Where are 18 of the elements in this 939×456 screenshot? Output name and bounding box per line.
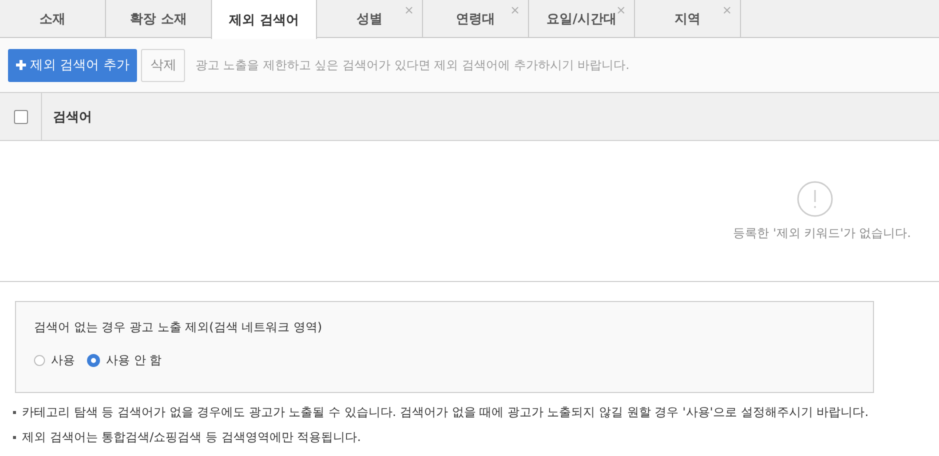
radio-button[interactable] xyxy=(87,354,100,367)
radio-button[interactable] xyxy=(34,355,45,366)
alert-icon xyxy=(797,180,833,216)
hint-text: 광고 노출을 제한하고 싶은 검색어가 있다면 제외 검색어에 추가하시기 바랍니다. xyxy=(195,56,630,74)
empty-message: 등록한 '제외 키워드'가 없습니다. xyxy=(733,224,911,242)
note-text: 카테고리 탐색 등 검색어가 없을 경우에도 광고가 노출될 수 있습니다. 검색어가 없을 때에 광고가 노출되지 않길 원할 경우 '사용'으로 설정해주시기 바랍니다. xyxy=(22,404,869,421)
select-all-checkbox[interactable] xyxy=(14,110,28,124)
setting-title: 검색어 없는 경우 광고 노출 제외(검색 네트워크 영역) xyxy=(34,319,324,336)
radio-label[interactable]: 사용 xyxy=(51,352,75,369)
radio-label[interactable]: 사용 안 함 xyxy=(106,352,162,369)
add-button[interactable]: 제외 검색어 추가 xyxy=(8,48,138,82)
bullet-icon xyxy=(13,436,16,439)
bullet-icon xyxy=(13,411,16,414)
delete-button[interactable]: 삭제 xyxy=(141,48,186,82)
column-header: 검색어 xyxy=(52,108,92,126)
tab[interactable]: 제외 검색어 xyxy=(211,0,317,39)
note-text: 제외 검색어는 통합검색/쇼핑검색 등 검색영역에만 적용됩니다. xyxy=(22,429,361,446)
plus-icon xyxy=(16,60,26,70)
